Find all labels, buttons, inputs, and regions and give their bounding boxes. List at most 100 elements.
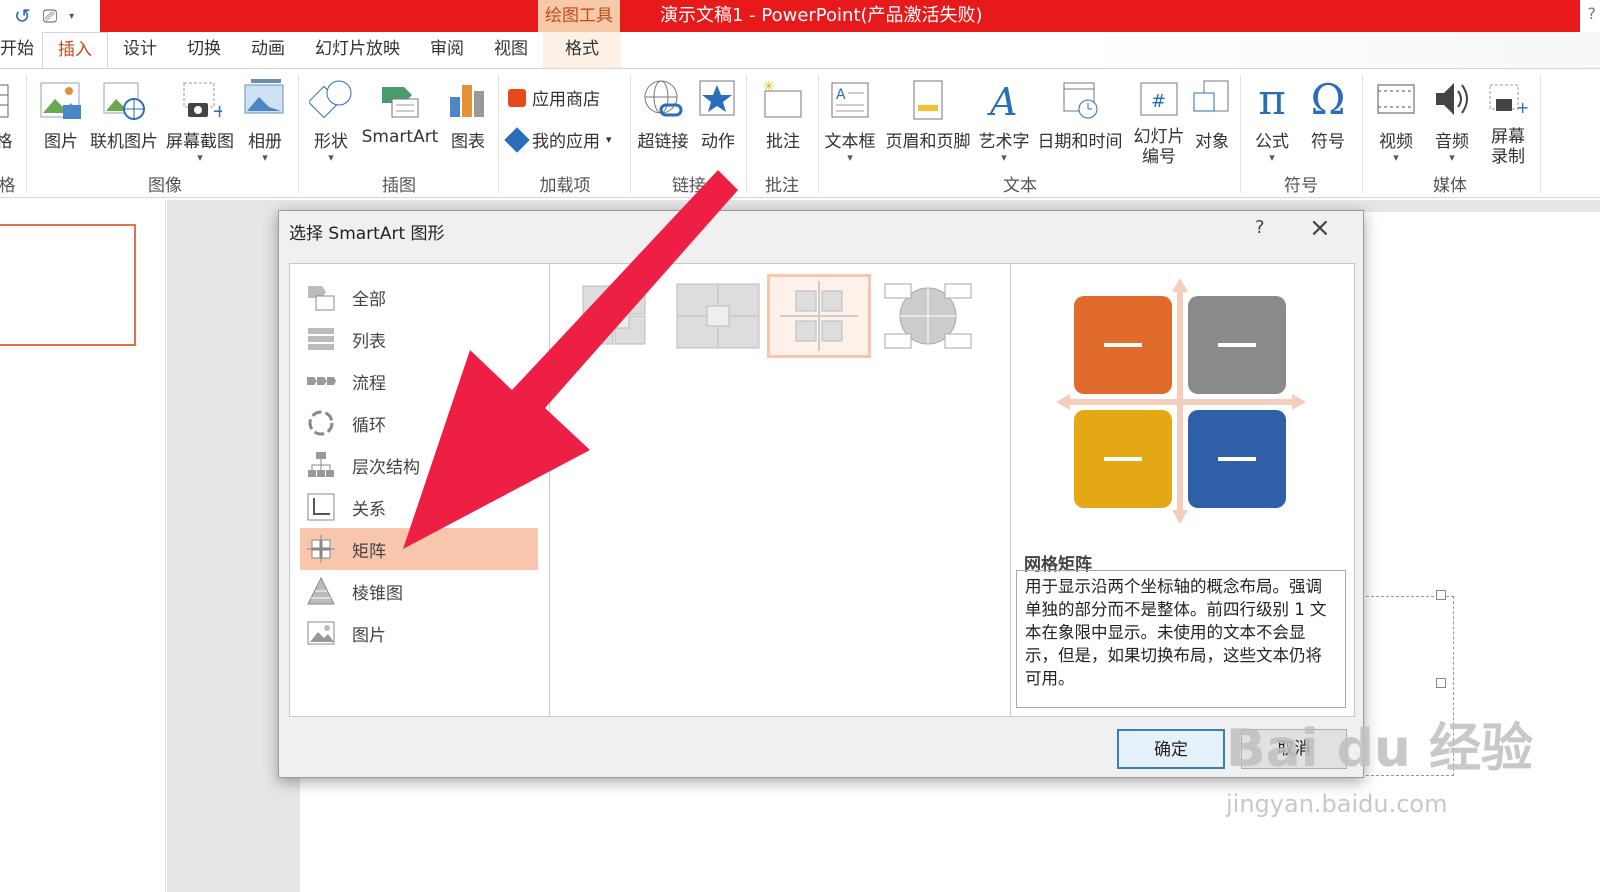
smartart-dialog: 选择 SmartArt 图形 ? × 全部 列表 流程 循环 层次结构 关系 矩… [278,210,1364,778]
header-footer-label: 页眉和页脚 [885,132,971,152]
layout-grid-matrix[interactable] [767,274,871,358]
equation-button[interactable]: π 公式 ▾ [1250,77,1294,164]
category-relationship[interactable]: 关系 [300,486,538,528]
speaker-icon [1436,83,1468,115]
baidu-watermark: Bai du 经验 [1226,719,1533,779]
category-matrix[interactable]: 矩阵 [300,528,538,570]
hyperlink-button[interactable]: 超链接 [634,77,692,152]
category-list-item[interactable]: 列表 [300,318,538,360]
album-button[interactable]: 相册 ▾ [242,77,288,164]
customize-qat-icon[interactable]: ▾ [69,11,74,22]
titled-matrix-icon [676,283,760,349]
picture-button[interactable]: 图片 [38,77,84,152]
audio-dropdown-icon[interactable]: ▾ [1430,152,1474,164]
close-icon[interactable]: × [1309,213,1331,243]
header-footer-icon [913,80,943,120]
slide-thumbnail[interactable] [0,224,136,346]
pi-icon: π [1258,75,1286,124]
comment-button[interactable]: ✳ 批注 [760,77,806,152]
wordart-dropdown-icon[interactable]: ▾ [976,152,1032,164]
tab-insert[interactable]: 插入 [42,32,108,68]
object-button[interactable]: 对象 [1190,77,1234,152]
category-label: 列表 [352,331,386,352]
slide-number-button[interactable]: # 幻灯片 编号 [1130,77,1188,167]
datetime-button[interactable]: 日期和时间 [1034,77,1126,152]
album-dropdown-icon[interactable]: ▾ [242,152,288,164]
tab-animations[interactable]: 动画 [236,32,300,68]
picture-icon [40,82,81,119]
equation-dropdown-icon[interactable]: ▾ [1250,152,1294,164]
ok-button[interactable]: 确定 [1117,729,1225,769]
tab-design[interactable]: 设计 [108,32,172,68]
tab-format[interactable]: 格式 [543,32,621,68]
present-icon[interactable]: ⎚ [43,6,57,27]
online-picture-button[interactable]: 联机图片 [90,77,158,152]
group-links-label: 链接 [672,176,706,196]
tab-home[interactable]: 开始 [0,32,42,68]
screen-recording-button[interactable]: + 屏幕 录制 [1486,77,1530,167]
layout-cycle-matrix[interactable] [881,276,975,356]
title-bar: ↺ ⎚ ▾ 绘图工具 演示文稿1 - PowerPoint(产品激活失败) ? [0,0,1600,32]
svg-text:#: # [1151,91,1166,112]
video-button[interactable]: 视频 ▾ [1374,77,1418,164]
video-dropdown-icon[interactable]: ▾ [1374,152,1418,164]
screenshot-icon: + [183,82,222,122]
category-process[interactable]: 流程 [300,360,538,402]
grid-matrix-preview [1056,278,1306,524]
basic-matrix-icon [582,285,646,345]
svg-text:+: + [1516,98,1529,117]
shapes-button[interactable]: 形状 ▾ [308,77,354,164]
store-label: 应用商店 [532,90,600,110]
screenshot-label: 屏幕截图 [166,132,234,152]
my-apps-dropdown-icon[interactable]: ▾ [606,133,612,146]
chart-button[interactable]: 图表 [446,77,490,152]
redo-icon[interactable]: ↺ [14,4,31,28]
tab-view[interactable]: 视图 [479,32,543,68]
picture-label: 图片 [44,132,78,152]
online-picture-label: 联机图片 [90,132,158,152]
category-picture[interactable]: 图片 [300,612,538,654]
screen-recording-icon: + [1489,84,1529,117]
store-button[interactable]: 应用商店 [508,85,600,110]
svg-text:A: A [987,80,1017,123]
shapes-dropdown-icon[interactable]: ▾ [308,152,354,164]
help-icon[interactable]: ? [1588,4,1597,23]
smartart-button[interactable]: SmartArt [360,77,440,147]
header-footer-button[interactable]: 页眉和页脚 [882,77,974,152]
category-label: 图片 [352,625,386,646]
separator [630,75,631,193]
layout-preview: 网格矩阵 用于显示沿两个坐标轴的概念布局。强调单独的部分而不是整体。前四行级别 … [1012,264,1354,716]
wordart-button[interactable]: A 艺术字 ▾ [976,77,1032,164]
textbox-button[interactable]: A 文本框 ▾ [822,77,878,164]
textbox-dropdown-icon[interactable]: ▾ [822,152,878,164]
my-apps-button[interactable]: 我的应用 ▾ [504,126,612,153]
screenshot-dropdown-icon[interactable]: ▾ [164,152,236,164]
audio-button[interactable]: 音频 ▾ [1430,77,1474,164]
category-hierarchy[interactable]: 层次结构 [300,444,538,486]
tab-slideshow[interactable]: 幻灯片放映 [300,32,415,68]
category-label: 层次结构 [352,457,420,478]
svg-text:✳: ✳ [763,79,775,95]
layout-basic-matrix[interactable] [569,276,663,356]
all-icon [308,286,335,311]
tab-review[interactable]: 审阅 [415,32,479,68]
watermark-url: jingyan.baidu.com [1226,790,1448,818]
category-cycle[interactable]: 循环 [300,402,538,444]
resize-handle[interactable] [1436,678,1446,688]
separator [26,75,27,193]
smartart-label: SmartArt [361,127,439,147]
resize-handle[interactable] [1436,590,1446,600]
cycle-matrix-icon [884,283,972,349]
layout-titled-matrix[interactable] [671,276,765,356]
category-label: 矩阵 [352,541,386,562]
dialog-help-icon[interactable]: ? [1255,217,1265,238]
category-all[interactable]: 全部 [300,276,538,318]
ribbon-cut-button[interactable]: 格 [0,77,14,152]
action-button[interactable]: 动作 [696,77,740,152]
category-pyramid[interactable]: 棱锥图 [300,570,538,612]
grid-matrix-icon [780,281,858,351]
tab-transitions[interactable]: 切换 [172,32,236,68]
slide-number-label-2: 编号 [1142,147,1176,167]
symbol-button[interactable]: Ω 符号 [1306,77,1350,153]
screenshot-button[interactable]: + 屏幕截图 ▾ [164,77,236,164]
